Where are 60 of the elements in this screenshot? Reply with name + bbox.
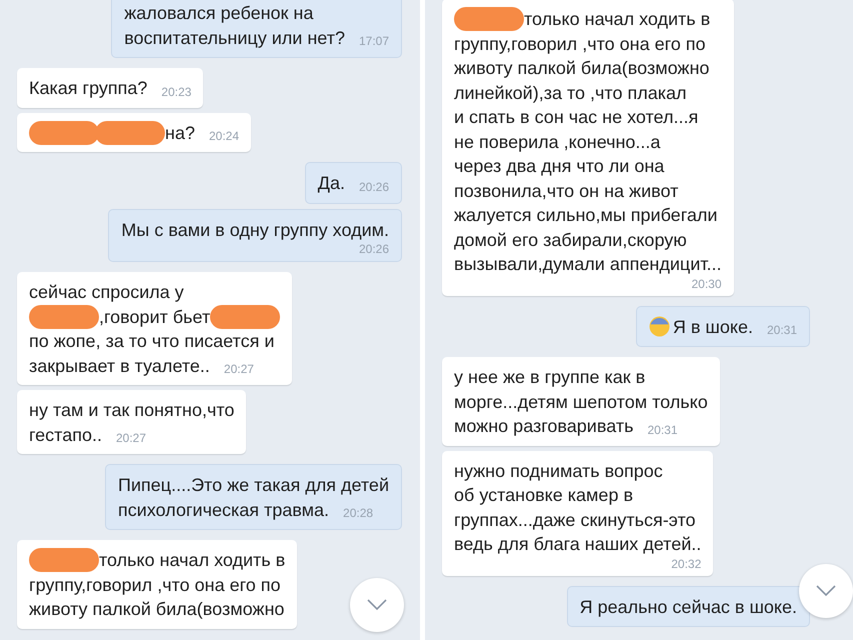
message-time: 20:26: [358, 242, 389, 257]
message-text: группах...даже скинуться-это: [454, 508, 696, 532]
redaction-mark: [454, 7, 524, 32]
message-text: на?: [165, 122, 195, 144]
message-time: 20:26: [358, 178, 389, 196]
message-time: 20:23: [161, 84, 192, 100]
message-text: морге...детям шепотом только: [454, 390, 708, 414]
redaction-mark: [210, 304, 280, 329]
chevron-down-icon: [367, 599, 387, 611]
message-text: можно разговаривать: [454, 415, 634, 438]
message-text: Какая группа?: [29, 77, 148, 100]
message-text: закрывает в туалете..: [29, 354, 210, 378]
message-text: линейкой),за то ,что плакал: [454, 82, 686, 105]
message-text: жаловался ребенок на: [124, 2, 314, 25]
message-text: только начал ходить в: [99, 549, 286, 572]
message-text: вызывали,думали аппендицит...: [454, 253, 722, 276]
message-text: позвонила,что он на живот: [454, 180, 678, 202]
message-time: 20:32: [671, 556, 702, 572]
message-text: у нее же в группе как в: [454, 366, 646, 389]
message-time: 17:07: [358, 33, 389, 50]
message-text: гестапо..: [29, 424, 102, 446]
message-text: животу палкой била(возможно: [454, 57, 710, 80]
emoji-icon: [648, 316, 670, 338]
message-text: не поверила ,конечно...а: [454, 130, 660, 154]
message-text: группу,говорил ,что она его по: [454, 32, 706, 56]
message-text: жалуется сильно,мы прибегали: [454, 204, 718, 227]
message-text: воспитательницу или нет?: [124, 26, 345, 50]
message-text: нужно поднимать вопрос: [454, 460, 663, 483]
message-text: Я реально сейчас в шоке.: [580, 596, 797, 619]
redaction-mark: [29, 120, 99, 145]
message-time: 20:24: [208, 128, 239, 145]
redaction-mark: [29, 304, 99, 329]
redaction-mark: [29, 548, 99, 572]
message-text: домой его забирали,скорую: [454, 228, 687, 252]
scroll-down-button[interactable]: [799, 564, 853, 618]
message-text: только начал ходить в: [524, 8, 710, 31]
message-text: ведь для блага наших детей..: [454, 533, 702, 556]
message-text: об установке камер в: [454, 484, 634, 507]
message-text: психологическая травма.: [118, 498, 330, 522]
message-text: группу,говорил ,что она его по: [29, 574, 281, 597]
message-time: 20:27: [116, 430, 146, 447]
message-text: ну там и так понятно,что: [29, 399, 234, 422]
message-text: и спать в сон час не хотел...я: [454, 106, 698, 129]
scroll-down-button[interactable]: [350, 578, 404, 632]
redaction-mark: [95, 120, 165, 145]
message-text: Я в шоке.: [672, 316, 753, 338]
message-time: 20:31: [647, 422, 678, 438]
message-time: 20:27: [224, 361, 254, 378]
message-text: Пипец....Это же такая для детей: [118, 474, 389, 497]
message-text: Мы с вами в одну группу ходим.: [121, 218, 389, 242]
message-text: по жопе, за то что писается и: [29, 330, 274, 353]
message-time: 20:28: [343, 505, 374, 522]
message-text: Да.: [318, 172, 345, 195]
chevron-down-icon: [816, 585, 836, 597]
message-text: животу палкой била(возможно: [29, 598, 284, 621]
message-text: ,говорит бьет: [99, 306, 210, 329]
message-time: 20:31: [766, 322, 797, 339]
message-text: через два дня что ли она: [454, 155, 664, 178]
message-text: сейчас спросила у: [29, 281, 184, 304]
message-time: 20:30: [691, 276, 722, 292]
